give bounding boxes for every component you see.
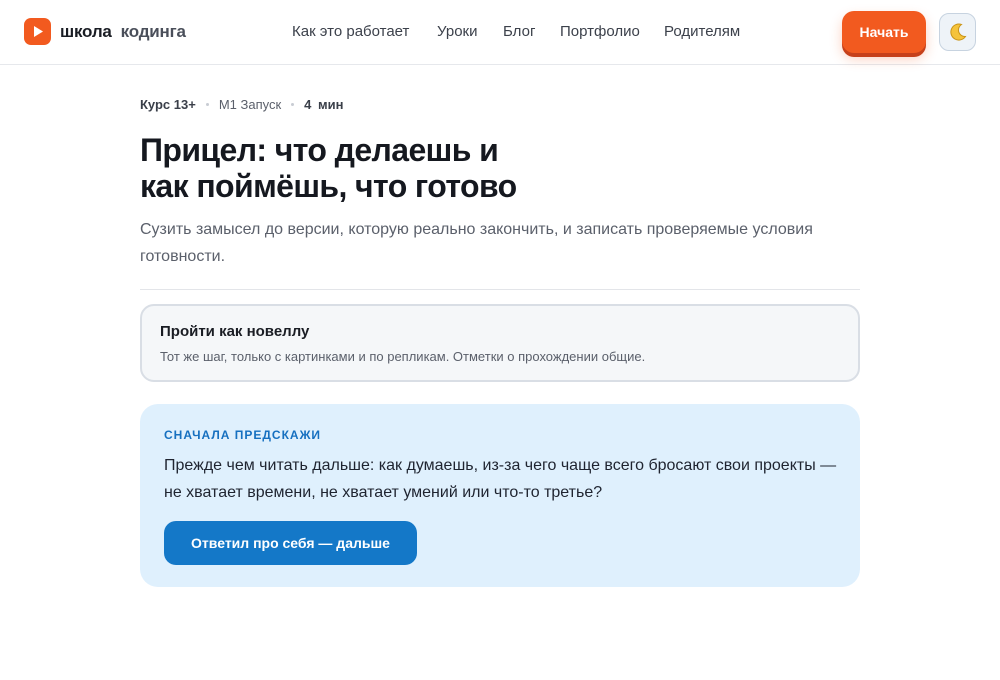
novel-card-title: Пройти как новеллу: [160, 323, 310, 340]
predict-question: Прежде чем читать дальше: как думаешь, и…: [164, 457, 837, 501]
duration-label: 4 мин: [304, 97, 344, 112]
novel-mode-card[interactable]: Пройти как новеллу Тот же шаг, только с …: [140, 304, 860, 382]
section-divider: [140, 289, 860, 290]
nav-blog[interactable]: Блог: [503, 23, 535, 40]
title-line-1: Прицел: что делаешь и: [140, 132, 499, 168]
title-line-2: как поймёшь, что готово: [140, 168, 517, 204]
predict-card: СНАЧАЛА ПРЕДСКАЖИ Прежде чем читать даль…: [140, 404, 860, 587]
top-header: школа кодинга Как это работает Уроки Бло…: [0, 0, 1000, 65]
meta-separator: [205, 103, 209, 106]
meta-separator: [291, 103, 295, 106]
start-button[interactable]: Начать: [842, 11, 926, 53]
page-subtitle: Сузить замысел до версии, которую реальн…: [140, 221, 813, 265]
moon-icon: [949, 23, 966, 41]
answered-continue-button[interactable]: Ответил про себя — дальше: [164, 521, 417, 565]
novel-card-description: Тот же шаг, только с картинками и по реп…: [160, 349, 646, 364]
predict-label: СНАЧАЛА ПРЕДСКАЖИ: [164, 428, 322, 442]
nav-portfolio[interactable]: Портфолио: [560, 23, 640, 40]
page-title: Прицел: что делаешь и как поймёшь, что г…: [140, 132, 860, 204]
lesson-meta: Курс 13+ М1 Запуск 4 мин: [140, 97, 343, 112]
nav-lessons[interactable]: Уроки: [437, 23, 477, 40]
module-label: М1 Запуск: [218, 97, 282, 112]
course-label: Курс 13+: [140, 97, 196, 112]
nav-how-it-works[interactable]: Как это работает: [292, 23, 409, 40]
theme-toggle-button[interactable]: [939, 13, 976, 51]
nav-parents[interactable]: Родителям: [664, 23, 740, 40]
